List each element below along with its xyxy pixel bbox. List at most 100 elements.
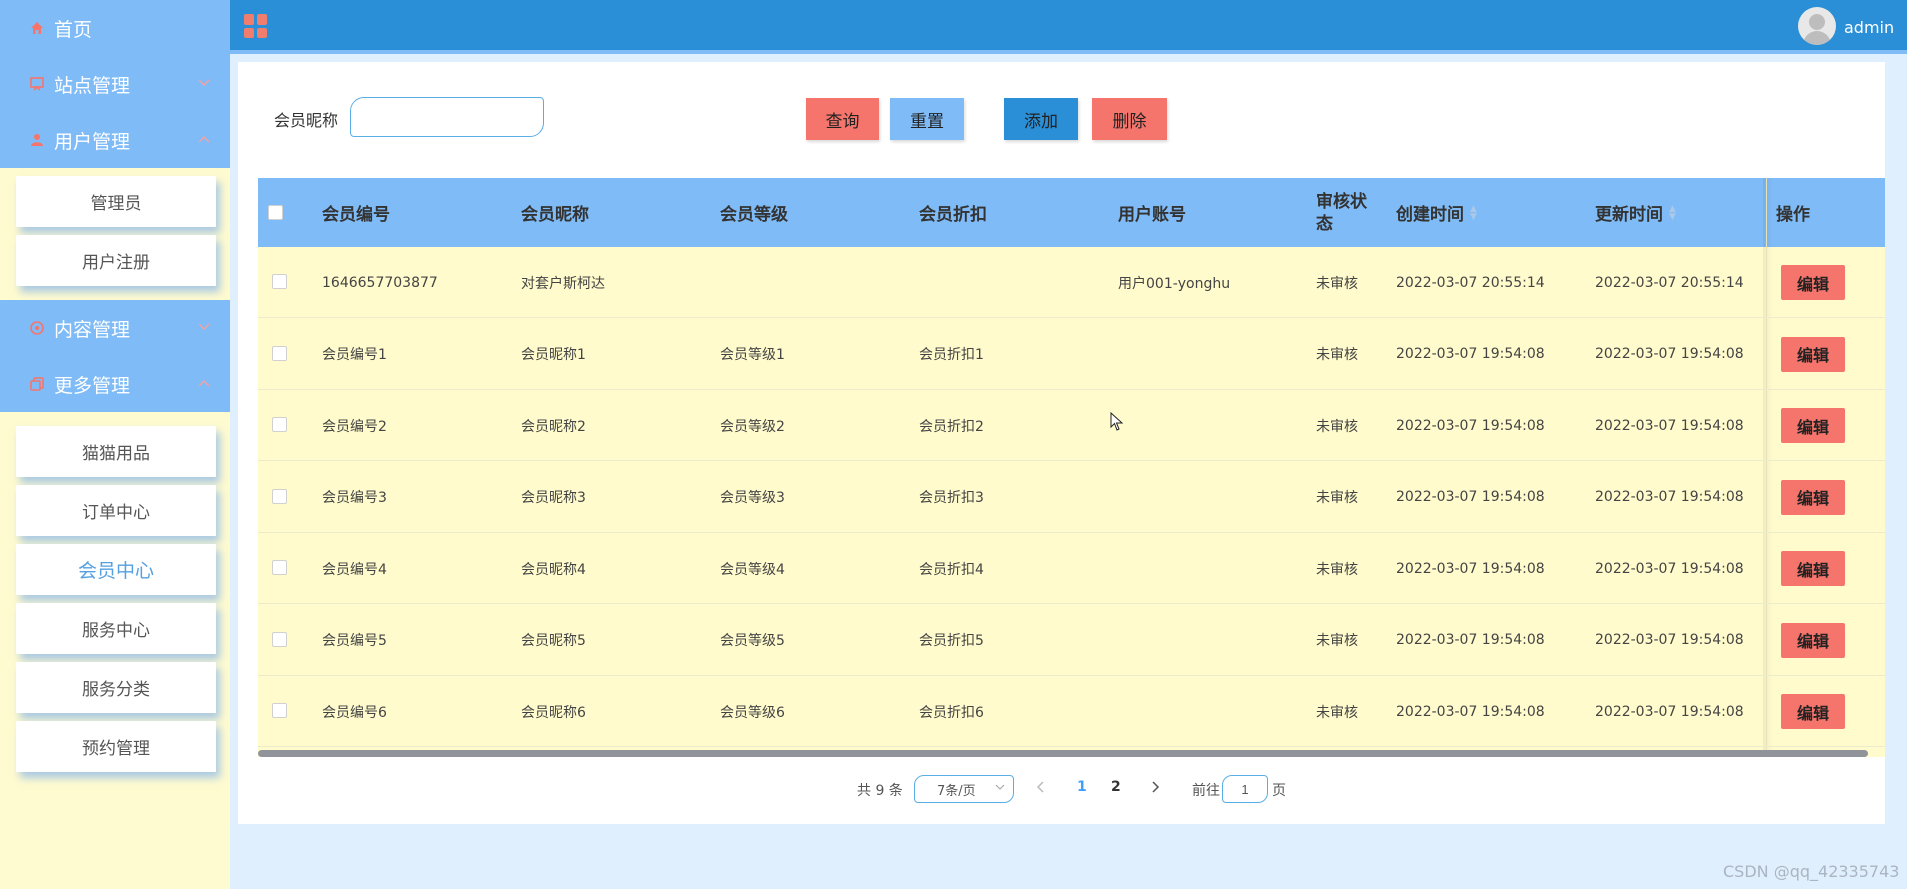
header-member-id: 会员编号 [322,205,390,225]
members-table: 会员编号 会员昵称 会员等级 会员折扣 用户账号 审核状态 创建时间 ▲ ▼ 更新… [258,178,1885,757]
username[interactable]: admin [1844,18,1894,37]
menu-site-management-label: 站点管理 [54,74,131,97]
header-updated-time[interactable]: 更新时间 ▲ ▼ [1595,178,1676,247]
menu-content-management[interactable]: 内容管理 [0,300,230,356]
cell-member-id: 会员编号3 [322,490,387,506]
more-submenu: 猫猫用品 订单中心 会员中心 服务中心 服务分类 预约管理 [0,412,230,786]
cell-created-time: 2022-03-07 19:54:08 [1396,560,1545,577]
cell-member-id: 1646657703877 [322,274,438,291]
sidebar: 首页 站点管理 用户管理 管理员 用户注册 内容管理 更多管理 猫猫用品 订单中… [0,0,230,889]
horizontal-scrollbar[interactable] [258,750,1868,757]
search-label: 会员昵称 [274,111,339,130]
row-checkbox[interactable] [272,417,287,432]
submenu-item-service-category[interactable]: 服务分类 [16,662,216,713]
table-header: 会员编号 会员昵称 会员等级 会员折扣 用户账号 审核状态 创建时间 ▲ ▼ 更新… [258,178,1885,247]
page-number-1[interactable]: 1 [1077,779,1087,795]
cell-member-nickname: 会员昵称2 [521,418,586,435]
row-checkbox[interactable] [272,488,287,504]
cell-member-id: 会员编号1 [322,347,387,363]
edit-button[interactable]: 编辑 [1781,551,1845,586]
header-created-time-label: 创建时间 [1396,205,1464,225]
cell-member-id: 会员编号5 [322,633,387,649]
submenu-item-user-register[interactable]: 用户注册 [16,235,216,286]
header-user-account: 用户账号 [1118,205,1186,225]
page-size-value: 7条/页 [937,783,976,799]
chevron-left-icon [1036,781,1044,793]
menu-more-management[interactable]: 更多管理 [0,356,230,412]
add-button[interactable]: 添加 [1004,98,1078,140]
cell-audit-status: 未审核 [1316,490,1358,506]
search-input[interactable] [350,97,544,137]
delete-button[interactable]: 删除 [1092,98,1167,140]
goto-page-input[interactable] [1222,775,1268,803]
cell-updated-time: 2022-03-07 19:54:08 [1595,632,1744,648]
submenu-item-cat-supplies[interactable]: 猫猫用品 [16,426,216,477]
edit-button[interactable]: 编辑 [1781,622,1845,658]
prev-page-button[interactable] [1036,778,1046,797]
sort-icon[interactable]: ▲ ▼ [1470,204,1477,221]
header-member-level: 会员等级 [720,205,788,225]
edit-button[interactable]: 编辑 [1781,479,1845,515]
edit-button[interactable]: 编辑 [1781,408,1845,443]
row-checkbox[interactable] [272,703,287,718]
query-button[interactable]: 查询 [806,98,879,140]
row-checkbox[interactable] [272,274,287,289]
page-number-2[interactable]: 2 [1111,779,1121,795]
home-icon [28,19,46,37]
cell-member-level: 会员等级2 [720,418,785,435]
page-size-select[interactable]: 7条/页 [914,775,1014,803]
avatar-icon[interactable] [1798,7,1836,45]
table-row: 会员编号4 会员昵称4 会员等级4 会员折扣4 未审核 2022-03-07 19:54:… [258,533,1885,604]
row-checkbox[interactable] [272,560,287,575]
target-icon [28,319,46,337]
menu-more-management-label: 更多管理 [54,374,131,397]
cell-member-discount: 会员折扣4 [919,561,984,578]
cell-member-level: 会员等级1 [720,347,785,363]
cell-member-discount: 会员折扣5 [919,633,984,649]
sort-icon[interactable]: ▲ ▼ [1669,204,1676,221]
menu-content-management-label: 内容管理 [54,318,131,341]
next-page-button[interactable] [1150,778,1160,797]
table-row: 会员编号3 会员昵称3 会员等级3 会员折扣3 未审核 2022-03-07 19:54:… [258,462,1885,533]
menu-user-management[interactable]: 用户管理 [0,112,230,168]
cell-created-time: 2022-03-07 19:54:08 [1396,489,1545,505]
cell-updated-time: 2022-03-07 19:54:08 [1595,346,1744,362]
edit-button[interactable]: 编辑 [1781,336,1845,372]
menu-home[interactable]: 首页 [0,0,230,56]
cell-created-time: 2022-03-07 19:54:08 [1396,632,1545,648]
table-row: 会员编号2 会员昵称2 会员等级2 会员折扣2 未审核 2022-03-07 19:54:… [258,390,1885,461]
chevron-up-icon [198,376,210,390]
grid-menu-icon[interactable] [244,14,268,38]
header-created-time[interactable]: 创建时间 ▲ ▼ [1396,178,1477,247]
chevron-down-icon [198,320,210,334]
cell-updated-time: 2022-03-07 20:55:14 [1595,274,1744,291]
row-checkbox[interactable] [272,345,287,361]
submenu-item-service-center[interactable]: 服务中心 [16,603,216,654]
submenu-item-order-center[interactable]: 订单中心 [16,485,216,536]
edit-button[interactable]: 编辑 [1781,694,1845,729]
monitor-icon [28,75,46,93]
select-all-checkbox[interactable] [268,205,283,220]
cell-created-time: 2022-03-07 19:54:08 [1396,346,1545,362]
cell-created-time: 2022-03-07 19:54:08 [1396,417,1545,434]
edit-button[interactable]: 编辑 [1781,265,1845,300]
cell-audit-status: 未审核 [1316,275,1358,292]
menu-site-management[interactable]: 站点管理 [0,56,230,112]
cell-audit-status: 未审核 [1316,561,1358,578]
user-submenu: 管理员 用户注册 [0,168,230,300]
cell-audit-status: 未审核 [1316,704,1358,721]
cell-member-id: 会员编号2 [322,418,387,435]
submenu-item-member-center[interactable]: 会员中心 [16,544,216,595]
table-row: 会员编号1 会员昵称1 会员等级1 会员折扣1 未审核 2022-03-07 19:54:… [258,319,1885,390]
cell-member-nickname: 会员昵称5 [521,633,586,649]
row-checkbox[interactable] [272,631,287,647]
submenu-item-appointment-management[interactable]: 预约管理 [16,721,216,772]
chevron-down-icon [995,782,1005,793]
goto-prefix: 前往 [1192,783,1220,799]
cell-updated-time: 2022-03-07 19:54:08 [1595,703,1744,720]
cell-updated-time: 2022-03-07 19:54:08 [1595,489,1744,505]
cell-audit-status: 未审核 [1316,418,1358,435]
reset-button[interactable]: 重置 [890,98,964,140]
table-row: 会员编号6 会员昵称6 会员等级6 会员折扣6 未审核 2022-03-07 19:54:… [258,676,1885,747]
submenu-item-admin[interactable]: 管理员 [16,176,216,227]
